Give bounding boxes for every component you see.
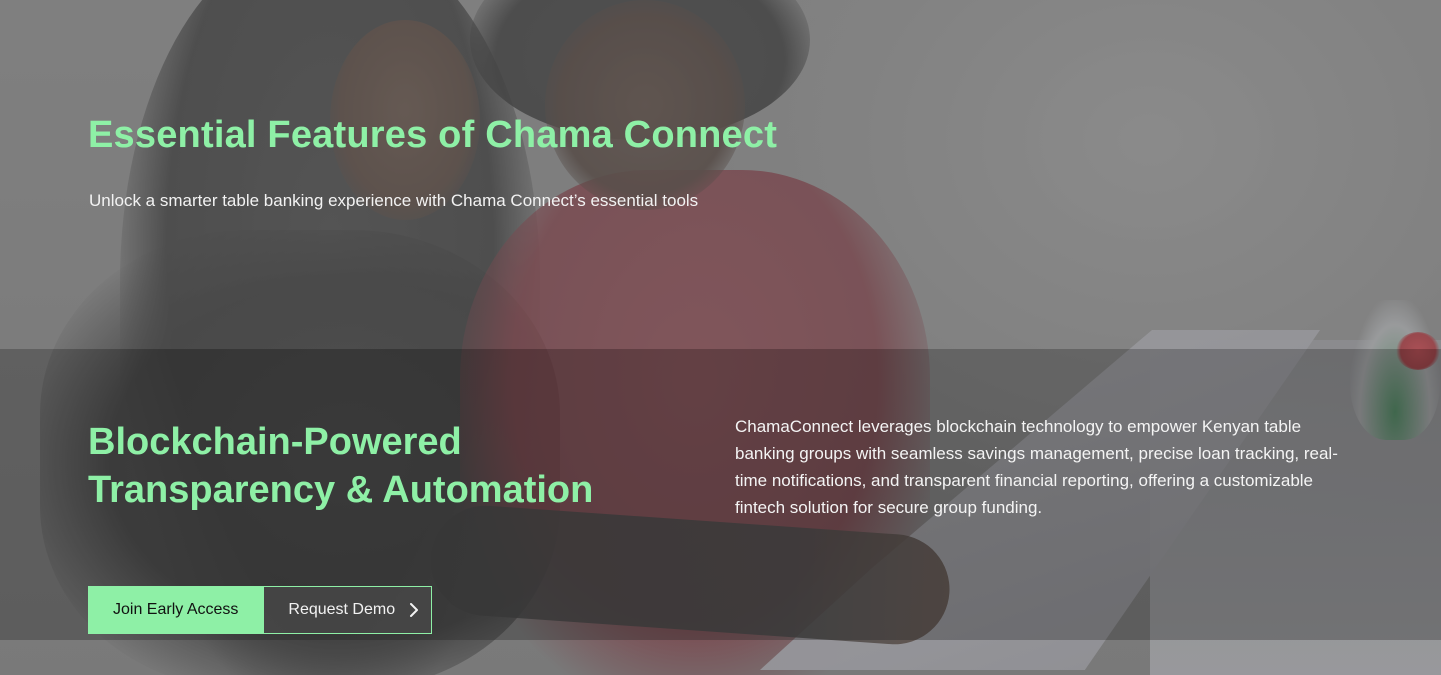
page-subtitle: Unlock a smarter table banking experienc… xyxy=(89,191,699,210)
request-demo-label: Request Demo xyxy=(288,601,396,618)
feature-title: Blockchain-Powered Transparency & Automa… xyxy=(88,418,668,514)
cta-button-group: Join Early Access Request Demo xyxy=(88,586,433,634)
join-early-access-label: Join Early Access xyxy=(113,601,239,618)
feature-description: ChamaConnect leverages blockchain techno… xyxy=(735,417,1338,517)
join-early-access-button[interactable]: Join Early Access xyxy=(88,586,264,634)
feature-title-line-2: Transparency & Automation xyxy=(88,469,594,511)
hero-content: Essential Features of Chama Connect Unlo… xyxy=(0,0,1441,675)
feature-title-line-1: Blockchain-Powered xyxy=(88,421,462,463)
chevron-right-icon xyxy=(409,603,419,617)
request-demo-button[interactable]: Request Demo xyxy=(263,586,433,634)
page-title: Essential Features of Chama Connect xyxy=(88,114,778,156)
